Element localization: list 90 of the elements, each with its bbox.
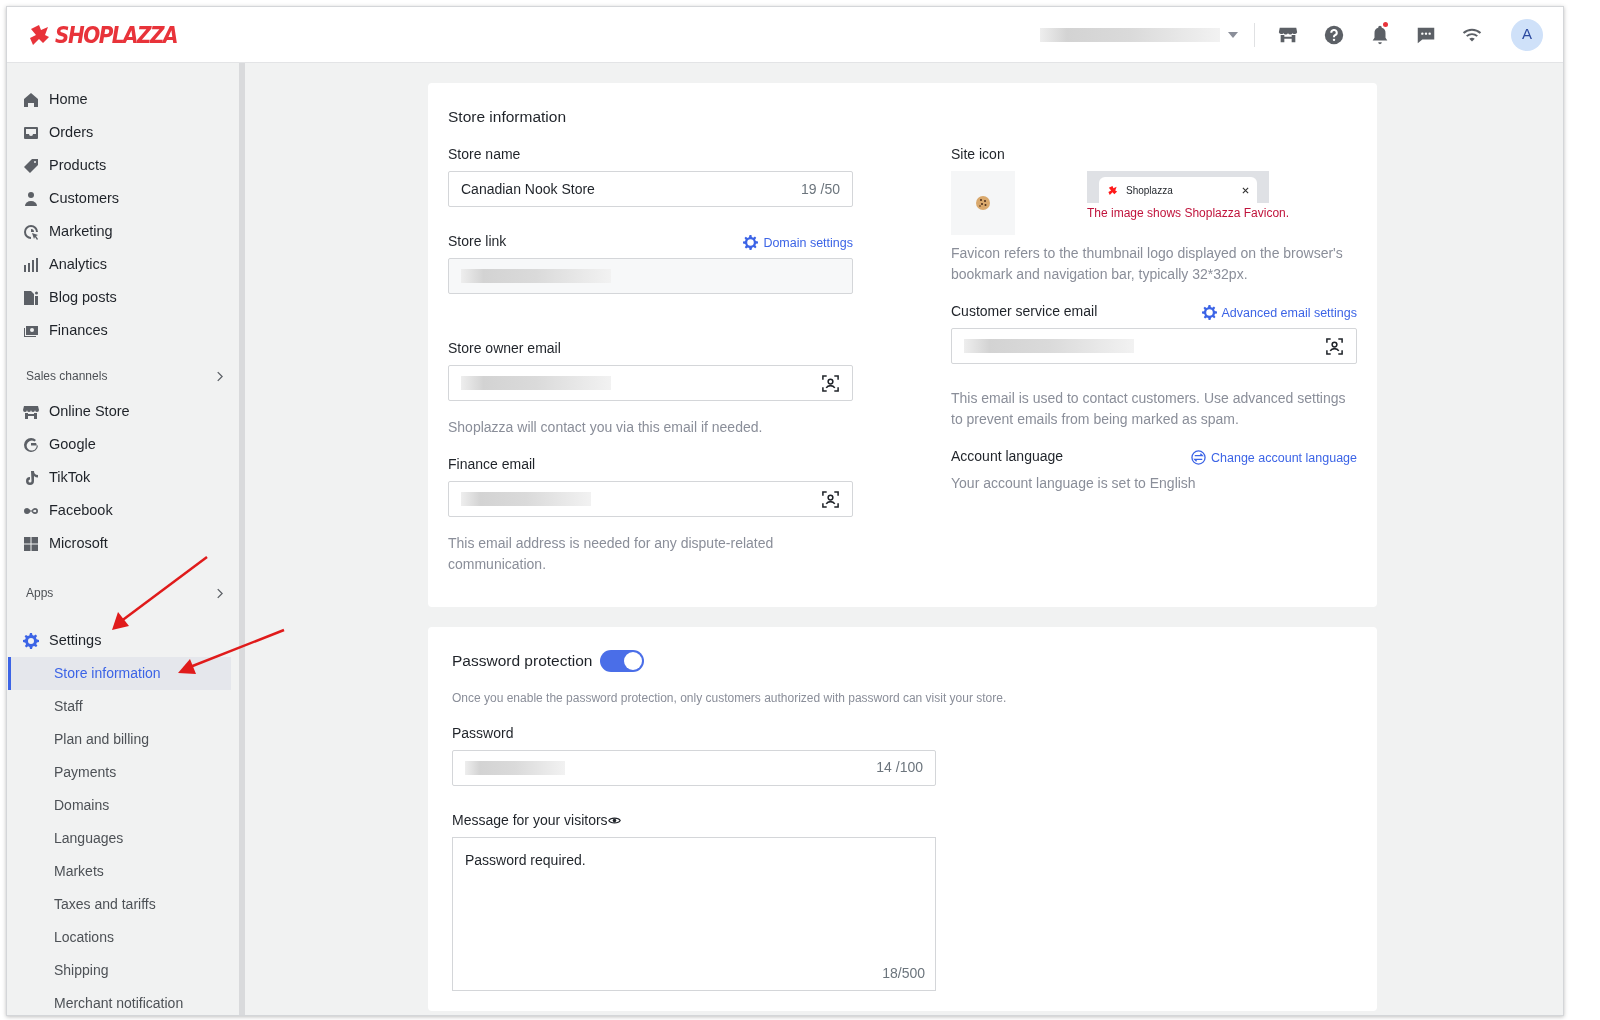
- logo-icon: [1107, 184, 1118, 196]
- field-label: Finance email: [448, 455, 536, 475]
- sidebar-item[interactable]: Google: [7, 428, 231, 461]
- logo-icon: [27, 22, 51, 47]
- sidebar-subitem[interactable]: Shipping: [8, 954, 231, 987]
- field-label: Account language: [951, 447, 1064, 467]
- field-label: Password: [452, 723, 514, 743]
- music-note-icon: [23, 469, 39, 486]
- settings-link[interactable]: Advanced email settings: [1201, 303, 1357, 323]
- input-field[interactable]: [448, 481, 853, 518]
- tab-title: Shoplazza: [1126, 183, 1174, 198]
- sidebar-subitem[interactable]: Languages: [8, 822, 231, 855]
- sidebar-subitem[interactable]: Plan and billing: [8, 723, 231, 756]
- sidebar-item[interactable]: Facebook: [7, 494, 231, 527]
- section-title: Password protection: [452, 651, 593, 672]
- section-title: Store information: [448, 107, 568, 127]
- input-field[interactable]: 14 /100: [452, 749, 936, 786]
- cookie-icon: [975, 195, 991, 212]
- field-value: Canadian Nook Store: [461, 179, 595, 199]
- help-text: Your account language is set to English: [951, 474, 1197, 494]
- sidebar-subitem[interactable]: Locations: [8, 921, 231, 954]
- sidebar-subitem[interactable]: Store information: [8, 657, 231, 690]
- person-icon: [23, 190, 39, 207]
- toggle-switch[interactable]: [600, 649, 645, 672]
- field-label: Store owner email: [448, 339, 561, 359]
- input-field[interactable]: Canadian Nook Store 19 /50: [448, 171, 853, 208]
- help-text: Favicon refers to the thumbnail logo displayed on the browser's bookmark and navigation bar, typically 32*32px.: [951, 244, 1344, 285]
- field-value: Password required.: [465, 850, 587, 870]
- chevron-right-icon: [216, 587, 223, 599]
- home-icon: [23, 91, 39, 108]
- help-text: Shoplazza will contact you via this email if needed.: [448, 418, 764, 438]
- contact-card-icon: [1325, 336, 1344, 356]
- gear-icon: [1201, 305, 1217, 321]
- sidebar-item[interactable]: Orders: [7, 116, 231, 149]
- translate-icon: [1191, 450, 1207, 466]
- text-area[interactable]: Password required. 18/500: [452, 836, 936, 991]
- sidebar-item[interactable]: Customers: [7, 182, 231, 215]
- sidebar-item[interactable]: Products: [7, 149, 231, 182]
- sidebar-subitem[interactable]: Markets: [8, 855, 231, 888]
- close-icon: [1242, 186, 1249, 194]
- document-icon: [23, 289, 39, 306]
- input-field[interactable]: [448, 365, 853, 402]
- contact-card-icon: [821, 489, 840, 509]
- avatar[interactable]: A: [1511, 18, 1543, 51]
- gear-icon: [743, 235, 759, 251]
- sidebar-item[interactable]: Finances: [7, 314, 231, 347]
- sidebar-item[interactable]: Online Store: [7, 395, 231, 428]
- help-text: Once you enable the password protection, only customers authorized with password can visit your store.: [452, 689, 1008, 707]
- field-label: Message for your visitors: [452, 810, 608, 830]
- google-g-icon: [23, 436, 39, 453]
- tag-icon: [23, 157, 39, 174]
- input-field[interactable]: [448, 258, 853, 295]
- field-label: Site icon: [951, 145, 1005, 165]
- character-count: 19 /50: [801, 179, 840, 199]
- input-field[interactable]: [951, 328, 1357, 365]
- section-header[interactable]: Apps: [7, 578, 231, 608]
- sidebar-item[interactable]: Analytics: [7, 248, 231, 281]
- settings-link[interactable]: Change account language: [1191, 448, 1357, 468]
- sidebar-item[interactable]: Home: [7, 83, 231, 116]
- bar-chart-icon: [23, 256, 39, 273]
- sidebar-subitem[interactable]: Merchant notification: [8, 987, 231, 1015]
- sidebar-item[interactable]: Settings: [7, 624, 231, 657]
- sidebar-subitem[interactable]: Staff: [8, 690, 231, 723]
- help-text: This email is used to contact customers. Use advanced settings to prevent emails from being marked as spam.: [951, 389, 1347, 430]
- tray-icon: [23, 124, 39, 141]
- field-label: Store link: [448, 232, 507, 252]
- chevron-right-icon: [216, 370, 223, 382]
- windows-grid-icon: [23, 535, 39, 552]
- help-text: This email address is needed for any dispute-related communication.: [448, 534, 775, 575]
- character-count: 14 /100: [876, 758, 923, 777]
- gear-icon: [23, 632, 39, 649]
- sidebar-subitem[interactable]: Taxes and tariffs: [8, 888, 231, 921]
- settings-link[interactable]: Domain settings: [743, 233, 853, 253]
- logo-text: SHOPLAZZA: [55, 19, 177, 51]
- sidebar-subitem[interactable]: Domains: [8, 789, 231, 822]
- sidebar-item[interactable]: TikTok: [7, 461, 231, 494]
- annotation-text: The image shows Shoplazza Favicon.: [1087, 205, 1290, 223]
- caret-icon: [1228, 31, 1238, 38]
- sidebar-item[interactable]: Microsoft: [7, 527, 231, 560]
- field-label: Customer service email: [951, 302, 1098, 322]
- sidebar-item[interactable]: Marketing: [7, 215, 231, 248]
- field-label: Store name: [448, 145, 521, 165]
- help-icon: [1323, 24, 1345, 47]
- contact-card-icon: [821, 373, 840, 393]
- sidebar-subitem[interactable]: Payments: [8, 756, 231, 789]
- section-header[interactable]: Sales channels: [7, 361, 231, 391]
- sidebar-item[interactable]: Blog posts: [7, 281, 231, 314]
- store-icon: [23, 403, 39, 420]
- character-count: 18/500: [882, 963, 925, 983]
- target-icon: [23, 223, 39, 240]
